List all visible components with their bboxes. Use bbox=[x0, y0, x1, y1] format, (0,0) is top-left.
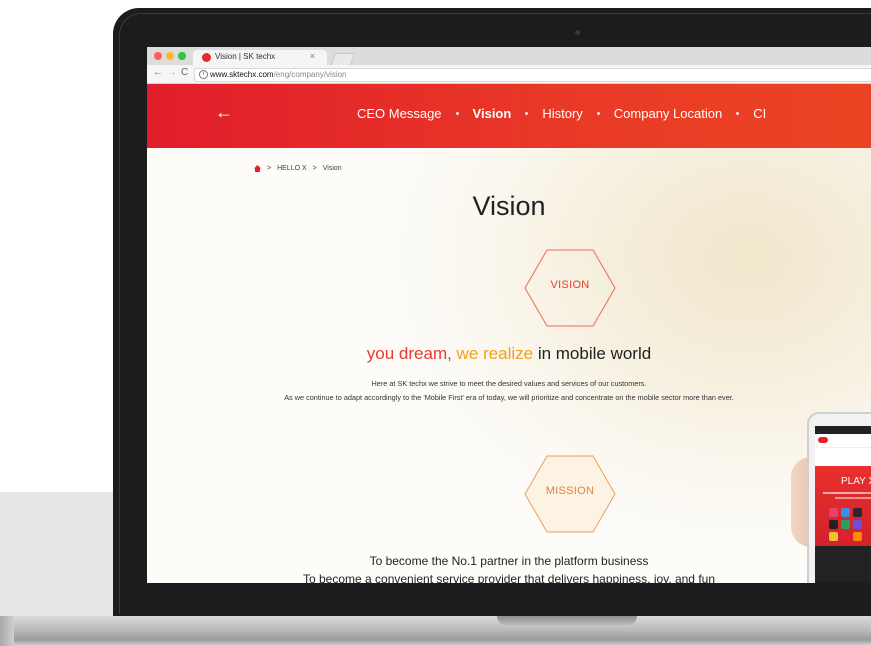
phone-status-bar bbox=[815, 426, 871, 434]
app-icon bbox=[853, 520, 862, 529]
company-menu: CEO Message Vision History Company Locat… bbox=[357, 106, 766, 121]
url-text: www.sktechx.com/eng/company/vision bbox=[210, 70, 347, 79]
vision-label: VISION bbox=[550, 279, 590, 291]
mission-line-1: To become the No.1 partner in the platfo… bbox=[369, 554, 649, 568]
smartphone-image: PLAY X bbox=[807, 412, 871, 583]
sk-favicon-icon bbox=[202, 53, 211, 62]
browser-tab-bar: Vision | SK techx × bbox=[147, 47, 871, 65]
phone-subtext bbox=[835, 497, 871, 499]
nav-ceo-message[interactable]: CEO Message bbox=[357, 106, 442, 121]
browser-tab[interactable]: Vision | SK techx × bbox=[193, 50, 327, 65]
back-arrow-icon[interactable]: ← bbox=[215, 102, 233, 123]
laptop-base bbox=[0, 616, 871, 640]
mission-label: MISSION bbox=[545, 485, 595, 497]
tagline-we-realize: we realize bbox=[456, 344, 534, 363]
phone-screen: PLAY X bbox=[815, 426, 871, 583]
nav-vision[interactable]: Vision bbox=[473, 106, 512, 121]
app-icon bbox=[841, 508, 850, 517]
page-title: Vision bbox=[472, 191, 546, 221]
app-icon bbox=[829, 508, 838, 517]
nav-separator-dot bbox=[736, 112, 740, 115]
nav-separator-dot bbox=[525, 112, 529, 115]
nav-ci[interactable]: CI bbox=[753, 106, 766, 121]
forward-icon[interactable]: → bbox=[167, 67, 177, 78]
app-icon bbox=[853, 508, 862, 517]
phone-nav bbox=[815, 448, 871, 460]
info-icon[interactable]: i bbox=[199, 70, 208, 79]
url-field[interactable]: i www.sktechx.com/eng/company/vision bbox=[194, 68, 871, 82]
app-icon bbox=[841, 532, 850, 541]
maximize-window-icon[interactable] bbox=[178, 52, 186, 60]
breadcrumb: > HELLO X > Vision bbox=[254, 165, 342, 172]
mission-hexagon-badge: MISSION bbox=[523, 454, 617, 534]
app-icon bbox=[829, 520, 838, 529]
reload-icon[interactable]: C bbox=[181, 67, 188, 78]
laptop-base-end bbox=[0, 616, 14, 646]
breadcrumb-separator: > bbox=[312, 165, 317, 172]
nav-separator-dot bbox=[455, 112, 459, 115]
mission-line-2: To become a convenient service provider … bbox=[302, 572, 715, 583]
tab-title: Vision | SK techx bbox=[215, 52, 276, 61]
breadcrumb-vision: Vision bbox=[322, 165, 342, 172]
app-icon bbox=[829, 532, 838, 541]
laptop-screen: Vision | SK techx × ← → C i www.sktechx.… bbox=[147, 47, 871, 583]
sk-logo-icon bbox=[818, 437, 828, 443]
app-icon bbox=[853, 532, 862, 541]
new-tab-button[interactable] bbox=[331, 53, 355, 65]
browser-address-bar: ← → C i www.sktechx.com/eng/company/visi… bbox=[147, 65, 871, 84]
back-icon[interactable]: ← bbox=[153, 67, 163, 78]
vision-description-line-1: Here at SK techx we strive to meet the d… bbox=[371, 379, 647, 388]
camera-icon bbox=[575, 30, 580, 35]
nav-history[interactable]: History bbox=[542, 106, 582, 121]
laptop-base-edge bbox=[0, 640, 871, 646]
tagline-you-dream: you dream, bbox=[366, 344, 457, 363]
home-icon[interactable] bbox=[254, 165, 261, 172]
nav-company-location[interactable]: Company Location bbox=[614, 106, 722, 121]
vision-content: > HELLO X > Vision Vision VISION you dre… bbox=[147, 148, 871, 583]
laptop-opening-notch bbox=[497, 616, 637, 625]
phone-subtext bbox=[823, 492, 871, 494]
breadcrumb-hello-x[interactable]: HELLO X bbox=[277, 165, 307, 172]
close-window-icon[interactable] bbox=[154, 52, 162, 60]
minimize-window-icon[interactable] bbox=[166, 52, 174, 60]
breadcrumb-separator: > bbox=[267, 165, 272, 172]
tagline-mobile-world: in mobile world bbox=[533, 344, 652, 363]
vision-description-line-2: As we continue to adapt accordingly to t… bbox=[284, 393, 734, 402]
site-nav-bar: ← CEO Message Vision History Company Loc… bbox=[147, 84, 871, 148]
tab-close-icon[interactable]: × bbox=[310, 51, 315, 61]
vision-hexagon-badge: VISION bbox=[523, 248, 617, 328]
phone-hero-title: PLAY X bbox=[841, 476, 871, 487]
vision-tagline: you dream, we realize in mobile world bbox=[147, 344, 871, 364]
nav-separator-dot bbox=[596, 112, 600, 115]
app-icon bbox=[841, 520, 850, 529]
phone-footer bbox=[815, 546, 871, 583]
